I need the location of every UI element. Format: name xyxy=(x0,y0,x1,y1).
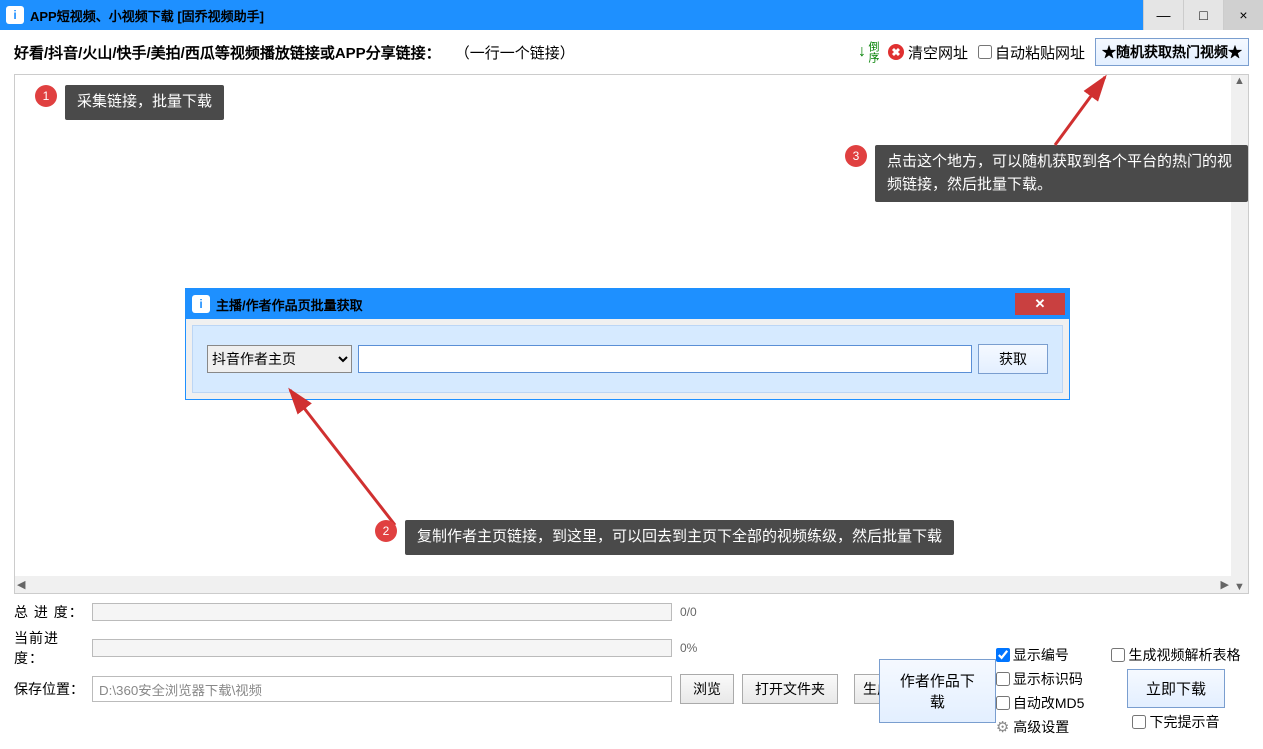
arrow-3-icon xyxy=(1045,65,1125,155)
auto-paste-input[interactable] xyxy=(978,45,992,59)
minimize-button[interactable]: — xyxy=(1143,0,1183,30)
callout-2: 2 复制作者主页链接，到这里，可以回去到主页下全部的视频练级，然后批量下载 xyxy=(375,520,954,555)
callout-3-text: 点击这个地方，可以随机获取到各个平台的热门的视频链接，然后批量下载。 xyxy=(875,145,1248,202)
badge-2: 2 xyxy=(375,520,397,542)
browse-button[interactable]: 浏览 xyxy=(680,674,734,704)
author-dialog: i 主播/作者作品页批量获取 ✕ 抖音作者主页 获取 xyxy=(185,288,1070,400)
gear-icon: ⚙ xyxy=(996,718,1009,736)
close-button[interactable]: × xyxy=(1223,0,1263,30)
auto-md5-checkbox[interactable]: 自动改MD5 xyxy=(996,693,1103,713)
badge-3: 3 xyxy=(845,145,867,167)
total-progress-label: 总 进 度： xyxy=(14,602,84,622)
badge-1: 1 xyxy=(35,85,57,107)
fetch-button[interactable]: 获取 xyxy=(978,344,1048,374)
author-works-button[interactable]: 作者作品下载 xyxy=(879,659,996,723)
dialog-title: 主播/作者作品页批量获取 xyxy=(216,295,363,314)
show-number-checkbox[interactable]: 显示编号 xyxy=(996,645,1103,665)
horizontal-scrollbar[interactable]: ◀▶ xyxy=(15,576,1231,593)
advanced-settings[interactable]: ⚙高级设置 xyxy=(996,717,1103,737)
author-url-input[interactable] xyxy=(358,345,972,373)
callout-3: 3 点击这个地方，可以随机获取到各个平台的热门的视频链接，然后批量下载。 xyxy=(845,145,1248,202)
sort-button[interactable]: ↓ 倒序 xyxy=(858,41,878,63)
current-progress-bar xyxy=(92,639,672,657)
dialog-body: 抖音作者主页 获取 xyxy=(192,325,1063,393)
dialog-app-icon: i xyxy=(192,295,210,313)
clear-urls-button[interactable]: ✖ 清空网址 xyxy=(888,42,968,63)
window-buttons: — □ × xyxy=(1143,0,1263,30)
url-textarea-area[interactable]: ▲▼ ◀▶ 1 采集链接，批量下载 3 点击这个地方，可以随机获取到各个平台的热… xyxy=(14,74,1249,594)
clear-x-icon: ✖ xyxy=(888,44,904,60)
finish-sound-checkbox[interactable]: 下完提示音 xyxy=(1132,712,1219,732)
current-progress-value: 0% xyxy=(680,641,720,655)
titlebar: i APP短视频、小视频下载 [固乔视频助手] — □ × xyxy=(0,0,1263,30)
toolbar: 好看/抖音/火山/快手/美拍/西瓜等视频播放链接或APP分享链接： （一行一个链… xyxy=(0,30,1263,70)
gen-table-checkbox[interactable]: 生成视频解析表格 xyxy=(1111,645,1240,665)
total-progress-value: 0/0 xyxy=(680,605,720,619)
platform-select[interactable]: 抖音作者主页 xyxy=(207,345,352,373)
right-options: 作者作品下载 显示编号 显示标识码 自动改MD5 ⚙高级设置 生成视频解析表格 … xyxy=(879,645,1249,737)
dialog-titlebar: i 主播/作者作品页批量获取 ✕ xyxy=(186,289,1069,319)
show-id-checkbox[interactable]: 显示标识码 xyxy=(996,669,1103,689)
total-progress-bar xyxy=(92,603,672,621)
dialog-close-button[interactable]: ✕ xyxy=(1015,293,1065,315)
sort-arrow-icon: ↓ xyxy=(858,43,866,61)
callout-1: 1 采集链接，批量下载 xyxy=(35,85,224,120)
current-progress-label: 当前进度： xyxy=(14,628,84,668)
random-hot-button[interactable]: ★随机获取热门视频★ xyxy=(1095,38,1249,66)
toolbar-hint: 好看/抖音/火山/快手/美拍/西瓜等视频播放链接或APP分享链接： xyxy=(14,42,441,63)
app-icon: i xyxy=(6,6,24,24)
download-now-button[interactable]: 立即下载 xyxy=(1127,669,1225,708)
total-progress-row: 总 进 度： 0/0 xyxy=(14,602,1249,622)
window-title: APP短视频、小视频下载 [固乔视频助手] xyxy=(30,6,1143,25)
callout-2-text: 复制作者主页链接，到这里，可以回去到主页下全部的视频练级，然后批量下载 xyxy=(405,520,954,555)
open-folder-button[interactable]: 打开文件夹 xyxy=(742,674,838,704)
auto-paste-checkbox[interactable]: 自动粘贴网址 xyxy=(978,42,1085,63)
toolbar-hint2: （一行一个链接） xyxy=(455,42,575,63)
callout-1-text: 采集链接，批量下载 xyxy=(65,85,224,120)
maximize-button[interactable]: □ xyxy=(1183,0,1223,30)
save-path-input[interactable] xyxy=(92,676,672,702)
save-label: 保存位置： xyxy=(14,679,84,699)
